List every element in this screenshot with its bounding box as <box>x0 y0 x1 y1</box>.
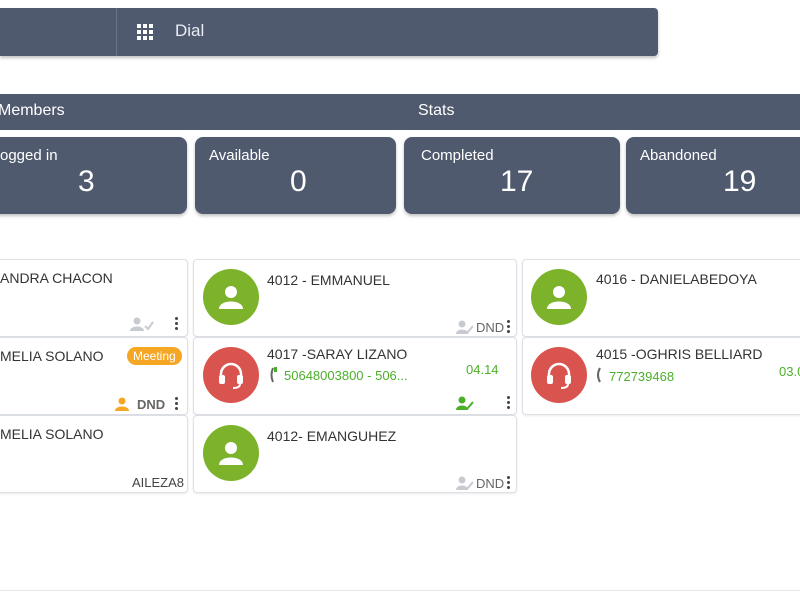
member-name: 4012- EMANGUHEZ <box>267 428 397 444</box>
dial-button[interactable]: Dial <box>175 21 204 41</box>
user-check-icon <box>130 317 154 331</box>
member-card[interactable]: 4015 -OGHRIS BELLIARD 772739468 03.0 <box>522 337 800 415</box>
dnd-status[interactable]: DND <box>137 397 165 412</box>
stat-abandoned: Abandoned 19 <box>626 137 800 214</box>
user-edit-icon <box>456 396 474 410</box>
phone-icon <box>597 367 601 383</box>
stat-completed: Completed 17 <box>404 137 620 214</box>
avatar <box>531 269 587 325</box>
stat-label: Available <box>209 147 270 164</box>
avatar <box>531 347 587 403</box>
dnd-status[interactable]: DND <box>476 476 504 491</box>
more-options-icon[interactable] <box>175 397 179 411</box>
top-toolbar: Dial <box>0 8 658 56</box>
member-tag: AILEZA8 <box>132 475 185 490</box>
stat-label: Completed <box>421 147 494 164</box>
member-name: MELIA SOLANO <box>0 348 104 364</box>
stat-label: Abandoned <box>640 147 717 164</box>
call-timer: 04.14 <box>466 362 499 377</box>
stat-value: 19 <box>723 165 757 198</box>
phone-icon <box>270 367 277 383</box>
member-card[interactable]: 4016 - DANIELABEDOYA <box>522 259 800 337</box>
stat-value: 17 <box>500 165 534 198</box>
section-header-bar: Members Stats <box>0 94 800 130</box>
member-card[interactable]: MELIA SOLANO Meeting DND <box>0 337 188 415</box>
avatar <box>203 347 259 403</box>
user-icon <box>115 397 129 411</box>
user-icon <box>547 286 571 309</box>
grid-icon[interactable] <box>137 24 153 40</box>
member-name: 4015 -OGHRIS BELLIARD <box>596 346 763 362</box>
avatar <box>203 269 259 325</box>
more-options-icon[interactable] <box>175 317 179 331</box>
user-icon <box>219 442 243 465</box>
call-timer: 03.0 <box>779 364 800 379</box>
user-icon <box>219 286 243 309</box>
user-edit-icon <box>456 476 474 490</box>
member-name: 4016 - DANIELABEDOYA <box>596 271 757 287</box>
member-card[interactable]: 4012- EMANGUHEZ DND <box>193 415 517 493</box>
member-card[interactable]: ANDRA CHACON <box>0 259 188 337</box>
stat-value: 3 <box>78 165 95 198</box>
avatar <box>203 425 259 481</box>
divider <box>0 590 800 591</box>
stat-available: Available 0 <box>195 137 396 214</box>
more-options-icon[interactable] <box>507 476 511 490</box>
more-options-icon[interactable] <box>507 396 511 410</box>
member-name: MELIA SOLANO <box>0 426 104 442</box>
member-card[interactable]: 4017 -SARAY LIZANO 50648003800 - 506... … <box>193 337 517 415</box>
phone-number[interactable]: 50648003800 - 506... <box>284 368 408 383</box>
member-name: ANDRA CHACON <box>0 270 113 286</box>
stat-value: 0 <box>290 165 307 198</box>
toolbar-divider <box>116 8 117 56</box>
stat-logged-in: ogged in 3 <box>0 137 187 214</box>
dnd-status[interactable]: DND <box>476 320 504 335</box>
phone-number[interactable]: 772739468 <box>609 369 674 384</box>
headset-icon <box>547 362 571 389</box>
stat-label: ogged in <box>0 147 58 164</box>
member-card[interactable]: 4012 - EMMANUEL DND <box>193 259 517 337</box>
user-edit-icon <box>456 320 474 334</box>
member-name: 4012 - EMMANUEL <box>267 272 390 288</box>
members-section-title: Members <box>0 102 65 119</box>
stats-section-title: Stats <box>418 102 455 119</box>
meeting-badge: Meeting <box>127 347 182 365</box>
member-card[interactable]: MELIA SOLANO AILEZA8 <box>0 415 188 493</box>
member-name: 4017 -SARAY LIZANO <box>267 346 408 362</box>
headset-icon <box>219 362 243 389</box>
more-options-icon[interactable] <box>507 320 511 334</box>
